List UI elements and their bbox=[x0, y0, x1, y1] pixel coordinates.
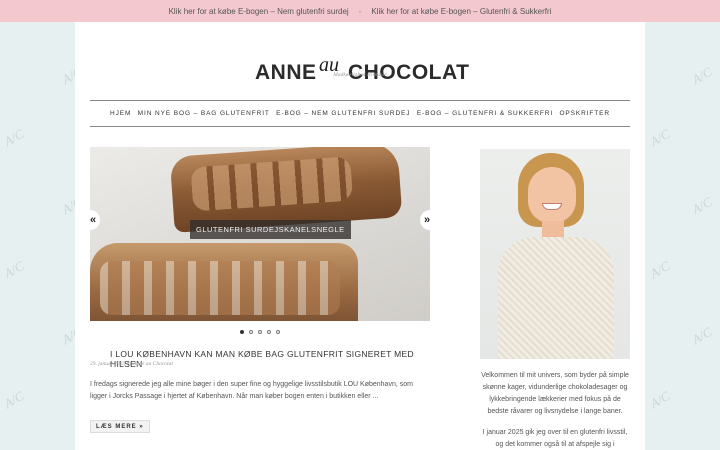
nav-item-ebook-surdej[interactable]: E-BOG – NEM GLUTENFRI SURDEJ bbox=[276, 110, 410, 117]
pattern-mark: A/C bbox=[1, 388, 27, 412]
pattern-mark: A/C bbox=[1, 258, 27, 282]
author-photo bbox=[480, 149, 630, 359]
roll-bottom bbox=[90, 243, 358, 321]
page-container: ANNE au CHOCOLAT Madkærlighed en masse H… bbox=[75, 22, 645, 450]
slider-dot[interactable] bbox=[276, 330, 280, 334]
pattern-mark: A/C bbox=[647, 388, 673, 412]
topbar-separator: - bbox=[358, 6, 362, 16]
pattern-mark: A/C bbox=[647, 258, 673, 282]
post-meta: 29. januar 2025 by Anne au Chocolat bbox=[90, 361, 173, 367]
sidebar-intro: Velkommen til mit univers, som byder på … bbox=[481, 372, 629, 415]
ebook-sukkerfri-link[interactable]: Klik her for at købe E-bogen – Glutenfri… bbox=[371, 7, 551, 16]
pattern-mark: A/C bbox=[1, 126, 27, 150]
slider-dot[interactable] bbox=[249, 330, 253, 334]
read-more-button[interactable]: LÆS MERE » bbox=[90, 420, 150, 433]
slider-dot[interactable] bbox=[267, 330, 271, 334]
slider-dot[interactable] bbox=[258, 330, 262, 334]
slide-caption[interactable]: GLUTENFRI SURDEJSKANELSNEGLE bbox=[190, 220, 351, 239]
slider-pagination bbox=[90, 330, 430, 334]
pattern-mark: A/C bbox=[689, 64, 715, 88]
pattern-mark: A/C bbox=[689, 324, 715, 348]
slider-dot[interactable] bbox=[240, 330, 244, 334]
pattern-mark: A/C bbox=[647, 126, 673, 150]
ebook-surdej-link[interactable]: Klik her for at købe E-bogen – Nem glute… bbox=[169, 7, 349, 16]
site-logo[interactable]: ANNE au CHOCOLAT bbox=[255, 44, 469, 84]
nav-item-home[interactable]: HJEM bbox=[110, 110, 131, 117]
announcement-bar: Klik her for at købe E-bogen – Nem glute… bbox=[0, 0, 720, 22]
nav-item-book[interactable]: MIN NYE BOG – BAG GLUTENFRIT bbox=[138, 110, 270, 117]
nav-item-recipes[interactable]: OPSKRIFTER bbox=[559, 110, 610, 117]
nav-item-ebook-sukkerfri[interactable]: E-BOG – GLUTENFRI & SUKKERFRI bbox=[417, 110, 553, 117]
featured-slider[interactable]: GLUTENFRI SURDEJSKANELSNEGLE « » bbox=[90, 147, 430, 321]
photo-face bbox=[528, 167, 576, 223]
main-nav: HJEM MIN NYE BOG – BAG GLUTENFRIT E-BOG … bbox=[90, 100, 630, 127]
pattern-mark: A/C bbox=[689, 194, 715, 218]
post-excerpt: I fredags signerede jeg alle mine bøger … bbox=[90, 381, 413, 400]
sidebar-text: I januar 2025 gik jeg over til en gluten… bbox=[482, 429, 628, 448]
site-tagline: Madkærlighed en masse bbox=[333, 72, 387, 78]
photo-shirt bbox=[498, 237, 614, 359]
